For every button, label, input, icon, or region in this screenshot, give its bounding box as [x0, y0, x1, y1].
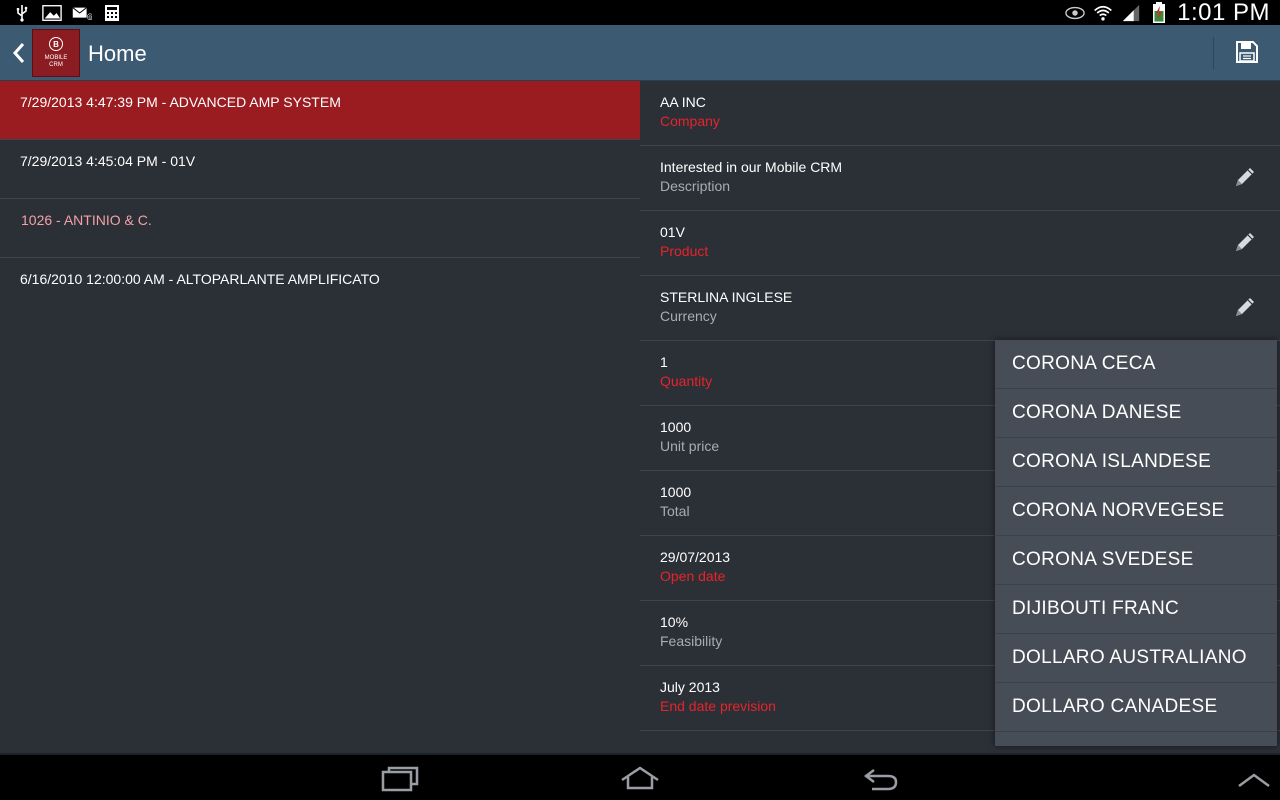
- field-product[interactable]: 01V Product: [640, 211, 1280, 276]
- page-title[interactable]: Home: [88, 41, 147, 67]
- currency-dropdown[interactable]: CORONA CECA CORONA DANESE CORONA ISLANDE…: [995, 340, 1277, 746]
- field-currency[interactable]: STERLINA INGLESE Currency: [640, 276, 1280, 341]
- clock: 1:01 PM: [1177, 0, 1270, 26]
- field-label: Description: [660, 178, 731, 194]
- action-bar-divider: [1213, 37, 1214, 69]
- field-company[interactable]: AA INC Company: [640, 81, 1280, 146]
- field-description[interactable]: Interested in our Mobile CRM Description: [640, 146, 1280, 211]
- record-list: 7/29/2013 4:47:39 PM - ADVANCED AMP SYST…: [0, 81, 640, 753]
- navigation-bar: [0, 753, 1280, 800]
- calculator-icon: [102, 4, 122, 22]
- home-icon[interactable]: [620, 764, 660, 794]
- logo-text-line2: CRM: [49, 62, 63, 68]
- eye-icon: [1065, 4, 1085, 22]
- list-item[interactable]: 6/16/2010 12:00:00 AM - ALTOPARLANTE AMP…: [0, 258, 640, 317]
- pencil-icon[interactable]: [1230, 164, 1258, 192]
- email-icon: @: [72, 4, 92, 22]
- dropdown-option[interactable]: DIJIBOUTI FRANC: [995, 585, 1277, 634]
- field-value: 01V: [660, 224, 685, 240]
- dropdown-option[interactable]: CORONA DANESE: [995, 389, 1277, 438]
- list-item-label: 1026 - ANTINIO & C.: [21, 212, 152, 228]
- action-bar: B MOBILE CRM Home: [0, 25, 1280, 81]
- signal-icon: [1121, 4, 1141, 22]
- logo-text-line1: MOBILE: [44, 55, 68, 61]
- field-value: Interested in our Mobile CRM: [660, 159, 843, 175]
- list-item-label: 6/16/2010 12:00:00 AM - ALTOPARLANTE AMP…: [20, 271, 380, 287]
- dropdown-option[interactable]: CORONA NORVEGESE: [995, 487, 1277, 536]
- back-arrow-icon[interactable]: [10, 41, 28, 65]
- field-label: Product: [660, 243, 709, 259]
- list-item[interactable]: 1026 - ANTINIO & C.: [0, 199, 640, 258]
- dropdown-option[interactable]: CORONA SVEDESE: [995, 536, 1277, 585]
- battery-icon: [1149, 1, 1169, 23]
- svg-text:@: @: [87, 13, 92, 21]
- field-value: AA INC: [660, 94, 706, 110]
- logo-mark: B: [49, 37, 63, 51]
- status-bar: @ 1:01 PM: [0, 0, 1280, 26]
- dropdown-option[interactable]: DOLLARO AUSTRALIANO: [995, 634, 1277, 683]
- field-label: Company: [660, 113, 720, 129]
- list-item[interactable]: 7/29/2013 4:47:39 PM - ADVANCED AMP SYST…: [0, 81, 640, 140]
- recent-apps-icon[interactable]: [380, 764, 420, 794]
- list-item[interactable]: 7/29/2013 4:45:04 PM - 01V: [0, 140, 640, 199]
- dropdown-option[interactable]: DOLLARO CANADESE: [995, 683, 1277, 732]
- field-label: Currency: [660, 308, 717, 324]
- list-item-label: 7/29/2013 4:47:39 PM - ADVANCED AMP SYST…: [20, 94, 341, 110]
- usb-icon: [12, 4, 32, 22]
- list-item-label: 7/29/2013 4:45:04 PM - 01V: [20, 153, 196, 169]
- image-icon: [42, 4, 62, 22]
- dropdown-option[interactable]: CORONA CECA: [995, 340, 1277, 389]
- chevron-up-icon[interactable]: [1234, 764, 1274, 794]
- field-value: STERLINA INGLESE: [660, 289, 793, 305]
- dropdown-option[interactable]: CORONA ISLANDESE: [995, 438, 1277, 487]
- pencil-icon[interactable]: [1230, 229, 1258, 257]
- app-logo[interactable]: B MOBILE CRM: [32, 29, 80, 77]
- wifi-icon: [1093, 4, 1113, 22]
- back-icon[interactable]: [862, 764, 902, 794]
- save-icon[interactable]: [1235, 40, 1259, 64]
- pencil-icon[interactable]: [1230, 294, 1258, 322]
